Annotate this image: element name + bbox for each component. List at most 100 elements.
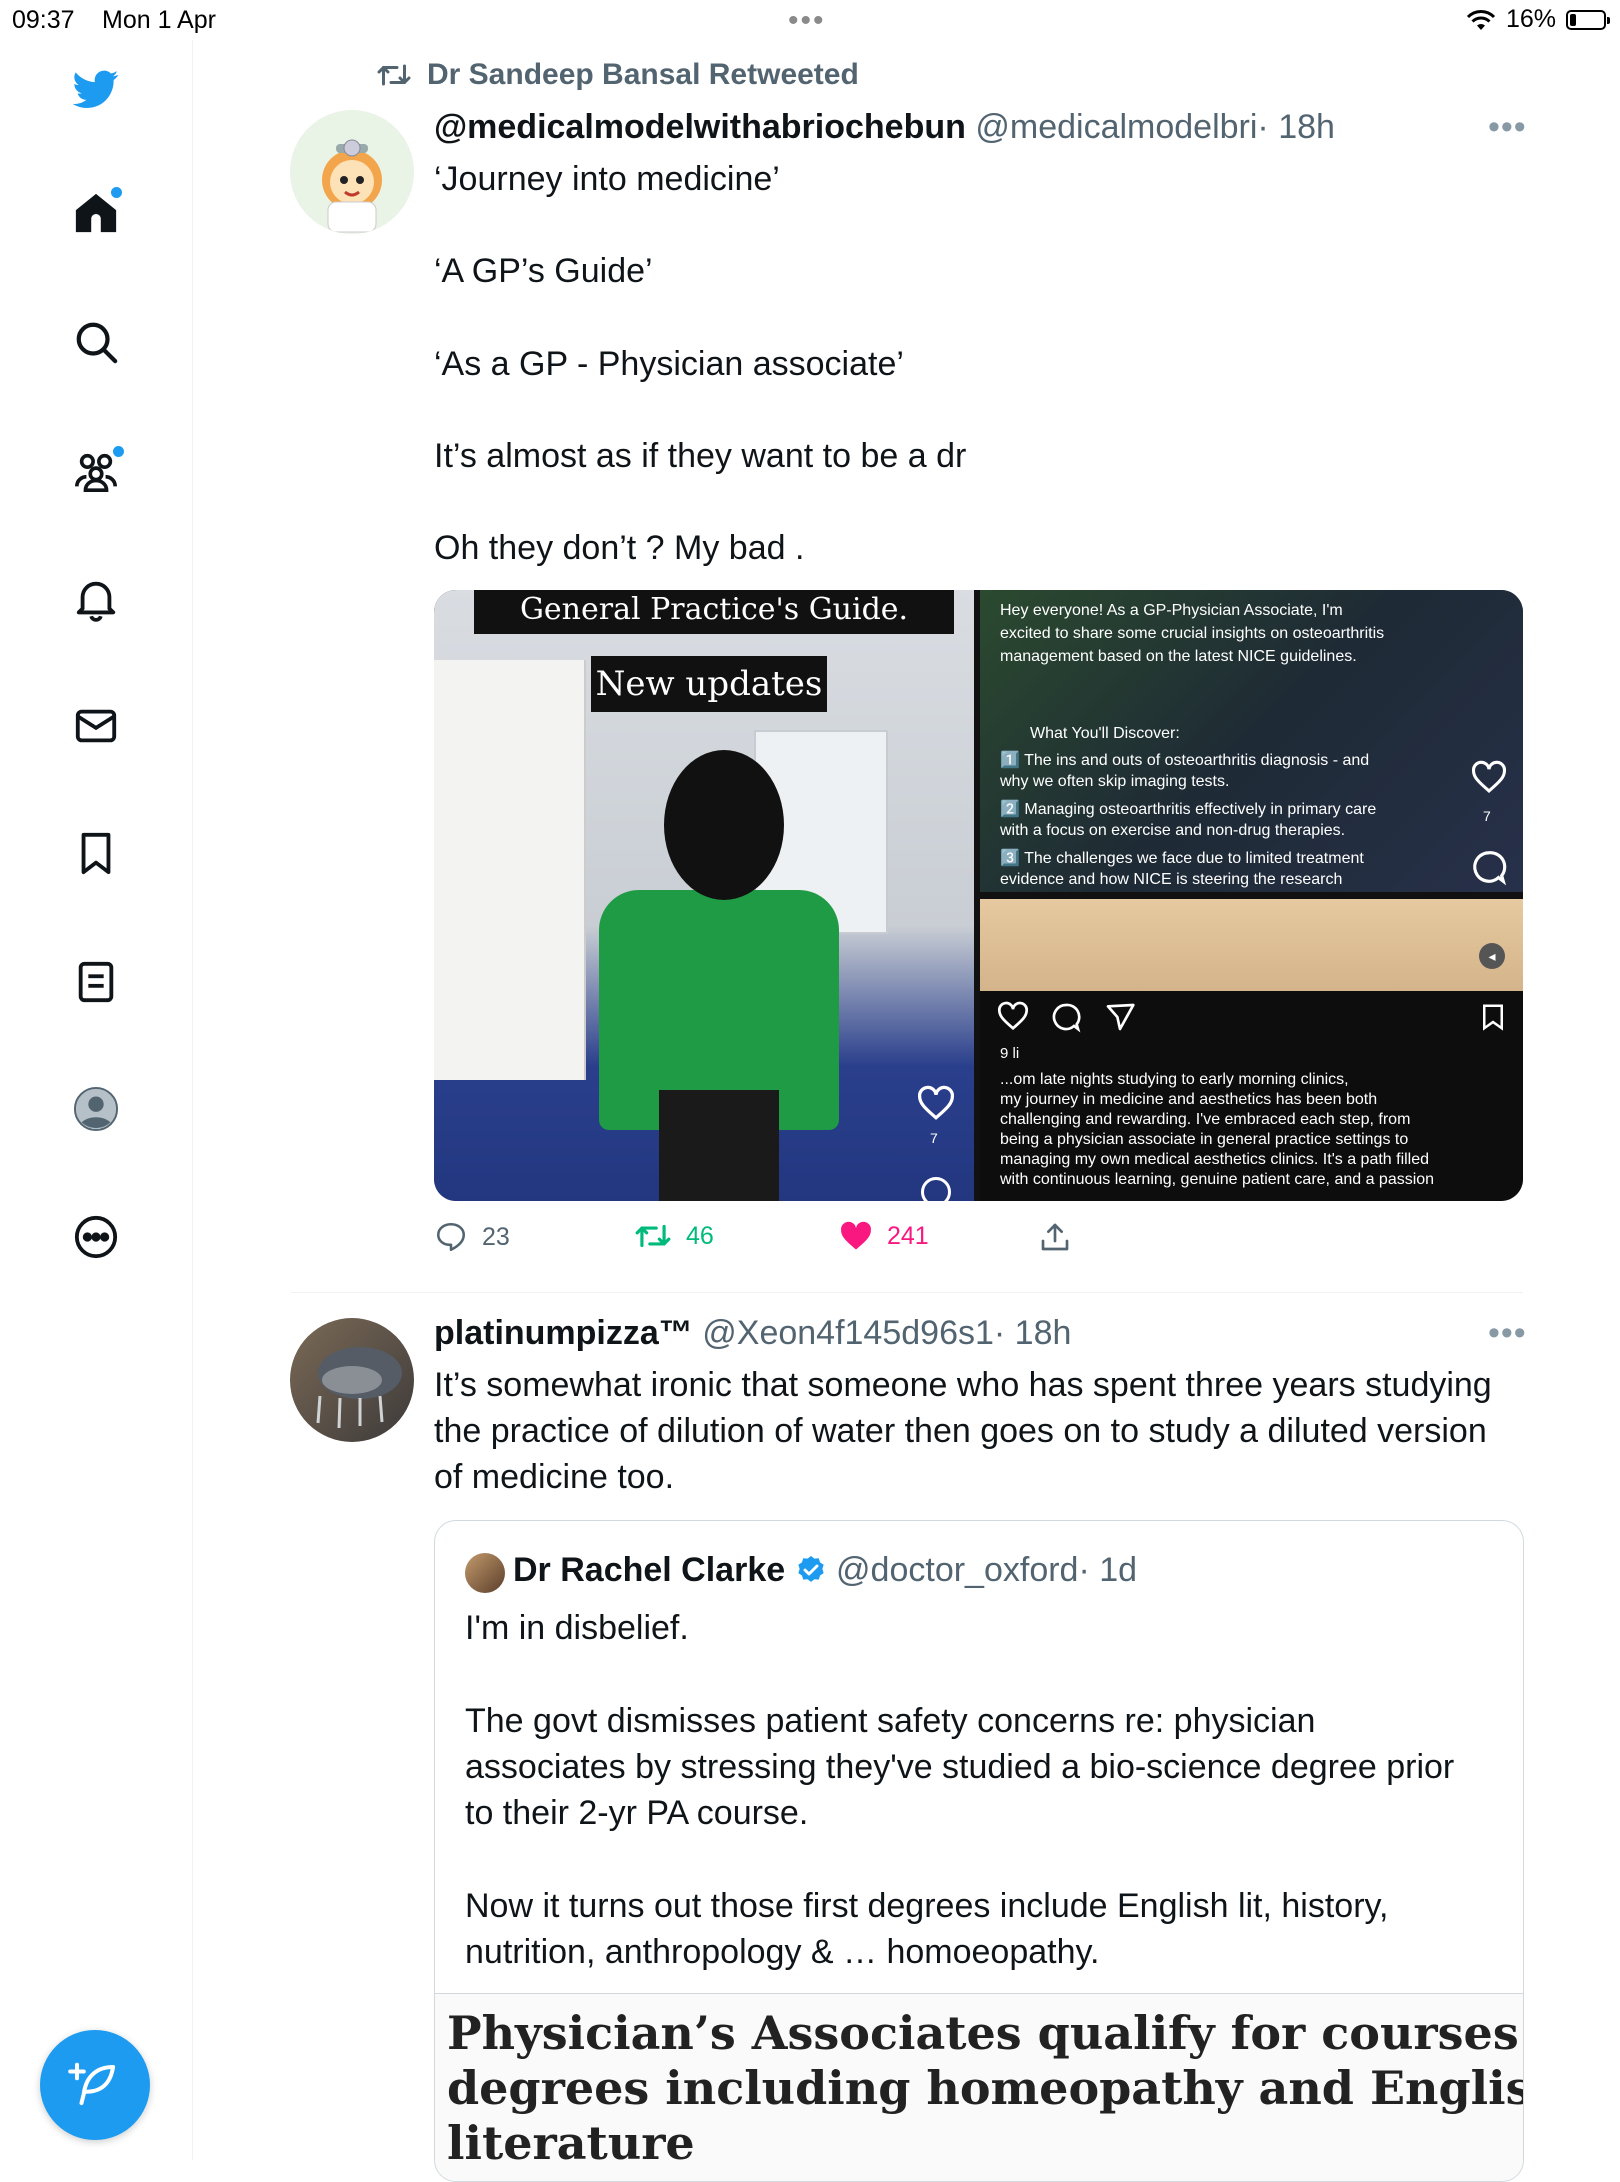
media-top-right-image[interactable]: Hey everyone! As a GP-Physician Associat… xyxy=(980,590,1523,892)
media-caption-line: excited to share some crucial insights o… xyxy=(1000,625,1385,642)
media-top-right-heart-icon[interactable] xyxy=(1470,760,1508,794)
quoted-header: Dr Rachel Clarke @doctor_oxford· 1d xyxy=(513,1551,1137,1590)
wifi-icon xyxy=(1466,9,1496,30)
communities-notification-dot xyxy=(113,446,124,457)
article-headline-line: Physician’s Associates qualify for cours… xyxy=(447,2006,1523,2060)
tweet2-more-icon[interactable]: ••• xyxy=(1488,1314,1527,1353)
reply-count: 23 xyxy=(482,1222,510,1251)
status-time: 09:37 xyxy=(12,6,75,34)
media-top-right-like-count: 7 xyxy=(1483,808,1491,824)
search-icon[interactable] xyxy=(67,313,125,371)
media-caption-line: management based on the latest NICE guid… xyxy=(1000,648,1357,665)
media-caption-line: Hey everyone! As a GP-Physician Associat… xyxy=(1000,602,1343,619)
article-card[interactable]: Physician’s Associates qualify for cours… xyxy=(435,1994,1523,2181)
media-top-right-comment-icon[interactable] xyxy=(1470,848,1508,886)
profile-avatar-icon[interactable] xyxy=(67,1080,125,1138)
bookmarks-icon[interactable] xyxy=(67,824,125,882)
multitasking-dots[interactable]: ••• xyxy=(788,4,826,38)
status-date: Mon 1 Apr xyxy=(102,6,216,34)
tweet2-author-name[interactable]: platinumpizza™ xyxy=(434,1314,693,1352)
media-caption-line: 1️⃣ The ins and outs of osteoarthritis d… xyxy=(1000,752,1370,769)
communities-icon[interactable] xyxy=(67,442,125,500)
tweet1-more-icon[interactable]: ••• xyxy=(1488,108,1527,147)
tweet2-text-line: It’s somewhat ironic that someone who ha… xyxy=(434,1366,1492,1404)
tweet1-time[interactable]: · 18h xyxy=(1257,108,1335,146)
media-bottom-heart-icon[interactable] xyxy=(996,1001,1030,1031)
reply-icon xyxy=(436,1222,466,1252)
media-caption-line: evidence and how NICE is steering the re… xyxy=(1000,871,1343,888)
messages-mail-icon[interactable] xyxy=(67,697,125,755)
retweet-active-icon xyxy=(635,1224,671,1248)
media-bottom-caption-line: with continuous learning, genuine patien… xyxy=(1000,1171,1435,1188)
tweet1-media-grid[interactable]: General Practice's Guide. New updates 7 … xyxy=(434,590,1523,1201)
notifications-bell-icon[interactable] xyxy=(67,570,125,628)
quoted-text-line: to their 2-yr PA course. xyxy=(465,1794,809,1832)
tweet2-header: platinumpizza™ @Xeon4f145d96s1· 18h xyxy=(434,1314,1071,1353)
quoted-text-line: The govt dismisses patient safety concer… xyxy=(465,1702,1316,1740)
quoted-text-line: nutrition, anthropology & … homoeopathy. xyxy=(465,1933,1100,1971)
quoted-text-line: Now it turns out those first degrees inc… xyxy=(465,1887,1389,1925)
quoted-author-name: Dr Rachel Clarke xyxy=(513,1551,786,1589)
media-bottom-share-icon[interactable] xyxy=(1104,1001,1136,1033)
media-sound-icon[interactable]: ◂ xyxy=(1479,943,1505,969)
more-options-icon[interactable] xyxy=(67,1208,125,1266)
tweet2-avatar[interactable] xyxy=(290,1318,414,1442)
media-bottom-caption-line: managing my own medical aesthetics clini… xyxy=(1000,1151,1430,1168)
media-bottom-comment-icon[interactable] xyxy=(1050,1001,1082,1033)
media-bottom-caption-line: being a physician associate in general p… xyxy=(1000,1131,1409,1148)
reply-button[interactable]: 23 xyxy=(434,1220,510,1254)
share-button[interactable] xyxy=(1039,1220,1071,1254)
media-caption-line: with a focus on exercise and non-drug th… xyxy=(1000,822,1346,839)
tweet2-handle[interactable]: @Xeon4f145d96s1 xyxy=(702,1314,994,1352)
home-notification-dot xyxy=(111,187,122,198)
media-left-image[interactable]: General Practice's Guide. New updates 7 xyxy=(434,590,974,1201)
tweet1-text-line: ‘As a GP - Physician associate’ xyxy=(434,345,904,383)
tweet2-text-line: of medicine too. xyxy=(434,1458,675,1496)
quoted-time: · 1d xyxy=(1078,1551,1138,1589)
tweet2-time[interactable]: · 18h xyxy=(994,1314,1072,1352)
retweet-icon xyxy=(377,64,411,86)
home-icon[interactable] xyxy=(67,184,125,242)
article-headline-line: literature xyxy=(447,2116,695,2170)
media-left-subtitle: New updates xyxy=(591,656,827,712)
quoted-text-line: I'm in disbelief. xyxy=(465,1609,689,1647)
like-count: 241 xyxy=(887,1221,929,1250)
media-caption-line: What You'll Discover: xyxy=(1030,725,1180,742)
tweet1-text-line: It’s almost as if they want to be a dr xyxy=(434,437,967,475)
tweet1-text-line: Oh they don’t ? My bad . xyxy=(434,529,805,567)
lists-icon[interactable] xyxy=(67,953,125,1011)
media-caption-line: 2️⃣ Managing osteoarthritis effectively … xyxy=(1000,801,1377,818)
media-bottom-likes: 9 li xyxy=(1000,1045,1020,1062)
tweet1-text-line: ‘A GP’s Guide’ xyxy=(434,252,653,290)
tweet1-author-name[interactable]: @medicalmodelwithabriochebun xyxy=(434,108,966,146)
retweet-button[interactable]: 46 xyxy=(634,1220,714,1252)
sidebar xyxy=(0,40,193,2160)
like-button[interactable]: 241 xyxy=(839,1220,929,1252)
compose-feather-icon xyxy=(68,2062,116,2106)
quoted-avatar xyxy=(465,1553,505,1593)
retweet-context[interactable]: Dr Sandeep Bansal Retweeted xyxy=(375,58,859,92)
quoted-text-line: associates by stressing they've studied … xyxy=(465,1748,1455,1786)
tweet1-avatar[interactable] xyxy=(290,110,414,234)
retweet-count: 46 xyxy=(686,1221,714,1250)
quoted-tweet[interactable]: Dr Rachel Clarke @doctor_oxford· 1d I'm … xyxy=(434,1520,1524,2182)
compose-tweet-button[interactable] xyxy=(40,2030,150,2140)
media-left-heart-icon[interactable] xyxy=(916,1085,956,1121)
tweet-divider xyxy=(291,1292,1523,1293)
media-bottom-bookmark-icon[interactable] xyxy=(1478,1001,1508,1033)
verified-badge-icon xyxy=(797,1556,824,1582)
media-left-title: General Practice's Guide. xyxy=(474,590,954,634)
quoted-handle: @doctor_oxford xyxy=(836,1551,1079,1589)
tweet1-actions: 23 46 241 xyxy=(434,1220,1524,1264)
media-caption-line: 3️⃣ The challenges we face due to limite… xyxy=(1000,850,1364,867)
media-left-comment-icon[interactable] xyxy=(916,1174,956,1201)
retweet-label: Dr Sandeep Bansal Retweeted xyxy=(427,58,859,91)
tweet1-header: @medicalmodelwithabriochebun @medicalmod… xyxy=(434,108,1335,147)
battery-icon xyxy=(1566,9,1610,30)
tweet1-handle[interactable]: @medicalmodelbri xyxy=(975,108,1257,146)
twitter-logo-icon[interactable] xyxy=(67,60,125,118)
media-bottom-caption-line: my journey in medicine and aesthetics ha… xyxy=(1000,1091,1378,1108)
tweet1-text-line: ‘Journey into medicine’ xyxy=(434,160,780,198)
media-bottom-caption-line: ...om late nights studying to early morn… xyxy=(1000,1071,1349,1088)
media-bottom-right-image[interactable]: ◂ 9 li ...om late nights studying to ear… xyxy=(980,899,1523,1201)
